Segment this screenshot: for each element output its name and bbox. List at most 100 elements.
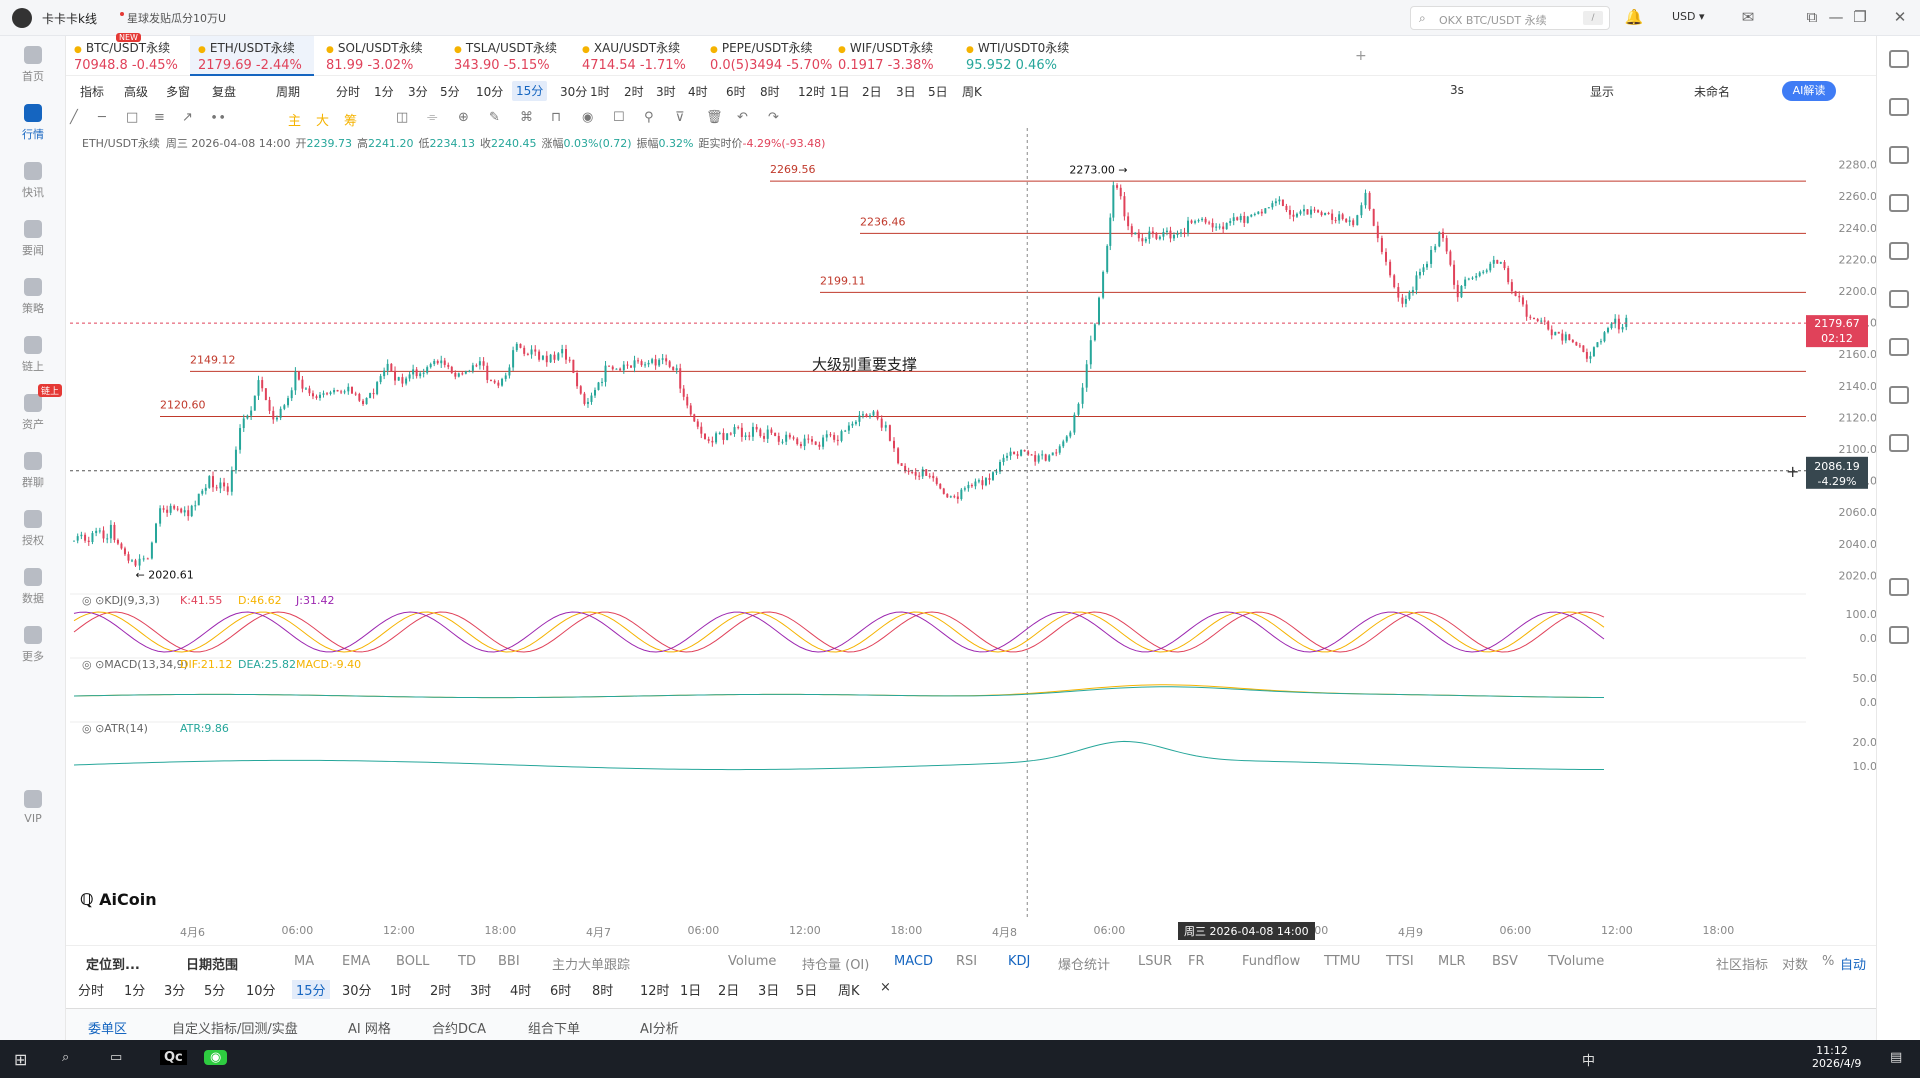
bottom-tab-3[interactable]: 合约DCA: [432, 1018, 486, 1037]
draw-tool-icon[interactable]: ╱: [70, 110, 78, 125]
ind-right-0[interactable]: 社区指标: [1716, 954, 1768, 973]
period-1[interactable]: 1分: [374, 83, 394, 100]
period-9[interactable]: 3时: [656, 83, 676, 100]
popout-icon[interactable]: ⧉: [1802, 8, 1822, 26]
sidebar-item-10[interactable]: 更多: [0, 626, 66, 664]
toolbar-right-2[interactable]: 未命名: [1694, 83, 1730, 100]
sub-indicator-7[interactable]: FR: [1188, 954, 1205, 969]
ind-left-0[interactable]: 定位到...: [86, 954, 140, 973]
sub-indicator-6[interactable]: LSUR: [1138, 954, 1172, 969]
sub-indicator-8[interactable]: Fundflow: [1242, 954, 1300, 969]
right-tool-icon[interactable]: [1889, 50, 1909, 68]
wechat-icon[interactable]: ◉: [204, 1050, 228, 1065]
sub-indicator-2[interactable]: MACD: [894, 954, 933, 969]
bell-icon[interactable]: 🔔: [1624, 8, 1644, 26]
sub-indicator-0[interactable]: Volume: [728, 954, 776, 969]
sub-indicator-4[interactable]: KDJ: [1008, 954, 1030, 969]
search-input[interactable]: OKX BTC/USDT 永续: [1439, 12, 1547, 28]
sidebar-item-3[interactable]: 要闻: [0, 220, 66, 258]
right-tool-icon[interactable]: [1889, 98, 1909, 116]
bottom-period-6[interactable]: 30分: [342, 980, 372, 999]
tab-symbol[interactable]: ● XAU/USDT永续 4714.54 -1.71%: [574, 36, 698, 76]
minimize-icon[interactable]: —: [1826, 8, 1846, 26]
period-2[interactable]: 3分: [408, 83, 428, 100]
sidebar-item-11[interactable]: VIP: [0, 790, 66, 825]
task-view-icon[interactable]: ▭: [110, 1050, 122, 1065]
sub-indicator-10[interactable]: TTSI: [1386, 954, 1414, 969]
right-tool-icon[interactable]: [1889, 194, 1909, 212]
sub-indicator-1[interactable]: 持仓量 (OI): [802, 954, 869, 973]
chart-tool-icon[interactable]: ↷: [768, 110, 779, 125]
chart-tool-icon[interactable]: ⚲: [644, 110, 654, 125]
sidebar-item-2[interactable]: 快讯: [0, 162, 66, 200]
tab-symbol[interactable]: ● BTC/USDT永续 70948.8 -0.45%: [66, 36, 190, 76]
toolbar-right-1[interactable]: 显示: [1590, 83, 1614, 100]
draw-tool-icon[interactable]: □: [126, 110, 138, 125]
main-indicator-2[interactable]: BOLL: [396, 954, 429, 969]
bottom-period-8[interactable]: 2时: [430, 980, 451, 999]
chart-tool-icon[interactable]: ⊽: [675, 110, 685, 125]
period-15[interactable]: 2日: [862, 83, 882, 100]
main-indicator-0[interactable]: MA: [294, 954, 314, 969]
mail-icon[interactable]: ✉: [1738, 8, 1758, 26]
bottom-tab-5[interactable]: AI分析: [640, 1018, 679, 1037]
tab-symbol[interactable]: ● SOL/USDT永续 81.99 -3.02%: [318, 36, 442, 76]
ind-right-3[interactable]: 自动: [1840, 954, 1866, 973]
bottom-period-7[interactable]: 1时: [390, 980, 411, 999]
right-tool-icon[interactable]: [1889, 338, 1909, 356]
sub-indicator-11[interactable]: MLR: [1438, 954, 1466, 969]
tab-symbol[interactable]: ● ETH/USDT永续 2179.69 -2.44%: [190, 36, 314, 76]
draw-tool-icon[interactable]: ─: [98, 110, 106, 125]
toolbar-2[interactable]: 多窗: [166, 83, 190, 100]
bottom-period-4[interactable]: 10分: [246, 980, 276, 999]
bottom-period-9[interactable]: 3时: [470, 980, 491, 999]
windows-start-icon[interactable]: ⊞: [14, 1050, 27, 1069]
price-chart[interactable]: 2280.002260.002240.002220.002200.002180.…: [70, 128, 1876, 920]
draw-tool-icon[interactable]: ∙∙: [210, 110, 226, 125]
chart-tool-icon[interactable]: ⌯: [427, 110, 437, 125]
period-3[interactable]: 5分: [440, 83, 460, 100]
ai-interpret-button[interactable]: AI解读: [1782, 81, 1836, 101]
bottom-tab-2[interactable]: AI 网格: [348, 1018, 391, 1037]
bottom-period-3[interactable]: 5分: [204, 980, 225, 999]
bottom-period-10[interactable]: 4时: [510, 980, 531, 999]
main-indicator-1[interactable]: EMA: [342, 954, 370, 969]
overlay-label-0[interactable]: 主: [288, 110, 301, 129]
ind-right-2[interactable]: %: [1822, 954, 1834, 969]
bottom-period-12[interactable]: 8时: [592, 980, 613, 999]
right-tool-icon[interactable]: [1889, 290, 1909, 308]
chart-tool-icon[interactable]: ☐: [613, 110, 625, 125]
notification-icon[interactable]: ▤: [1890, 1050, 1902, 1065]
close-icon[interactable]: ✕: [1890, 8, 1910, 26]
bottom-period-1[interactable]: 1分: [124, 980, 145, 999]
taskbar-search-icon[interactable]: ⌕: [62, 1050, 69, 1065]
sidebar-item-9[interactable]: 数据: [0, 568, 66, 606]
tab-symbol[interactable]: ● PEPE/USDT永续 0.0(5)3494 -5.70%: [702, 36, 832, 76]
bottom-period-0[interactable]: 分时: [78, 980, 104, 999]
chart-tool-icon[interactable]: ◫: [396, 110, 408, 125]
chart-tool-icon[interactable]: ◉: [582, 110, 593, 125]
search-box[interactable]: ⌕ OKX BTC/USDT 永续 /: [1410, 6, 1610, 30]
bottom-tab-1[interactable]: 自定义指标/回测/实盘: [172, 1018, 298, 1037]
ind-right-1[interactable]: 对数: [1782, 954, 1808, 973]
period-17[interactable]: 5日: [928, 83, 948, 100]
period-16[interactable]: 3日: [896, 83, 916, 100]
period-11[interactable]: 6时: [726, 83, 746, 100]
aicoin-app-icon[interactable]: Qc: [160, 1050, 187, 1065]
bottom-period-18[interactable]: 周K: [838, 980, 860, 999]
bottom-period-16[interactable]: 3日: [758, 980, 779, 999]
period-13[interactable]: 12时: [798, 83, 825, 100]
right-tool-icon[interactable]: [1889, 578, 1909, 596]
toolbar-0[interactable]: 指标: [80, 83, 104, 100]
bottom-period-5[interactable]: 15分: [292, 980, 330, 999]
toolbar-right-0[interactable]: 3s: [1450, 83, 1464, 97]
bottom-period-17[interactable]: 5日: [796, 980, 817, 999]
sidebar-item-8[interactable]: 授权: [0, 510, 66, 548]
right-tool-icon[interactable]: [1889, 242, 1909, 260]
right-tool-icon[interactable]: [1889, 626, 1909, 644]
sub-indicator-5[interactable]: 爆仓统计: [1058, 954, 1110, 973]
add-tab-icon[interactable]: +: [1355, 48, 1367, 64]
bottom-period-2[interactable]: 3分: [164, 980, 185, 999]
sidebar-item-6[interactable]: 资产: [0, 394, 66, 432]
tab-symbol[interactable]: ● WIF/USDT永续 0.1917 -3.38%: [830, 36, 954, 76]
